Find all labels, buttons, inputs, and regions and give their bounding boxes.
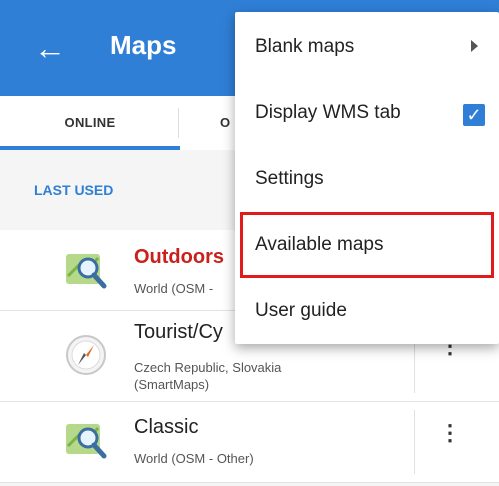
menu-item-label: User guide bbox=[255, 300, 347, 321]
tab-divider bbox=[178, 108, 179, 138]
more-vertical-icon[interactable]: ⋮ bbox=[438, 335, 462, 379]
overflow-menu: Blank maps Display WMS tab ✓ Settings Av… bbox=[235, 12, 499, 344]
menu-item-label: Blank maps bbox=[255, 36, 355, 57]
map-name: Tourist/Cy bbox=[134, 321, 223, 343]
submenu-arrow-icon bbox=[471, 40, 478, 52]
page-title: Maps bbox=[110, 30, 177, 60]
menu-item-label: Settings bbox=[255, 168, 324, 189]
back-arrow-icon[interactable]: ← bbox=[34, 28, 74, 68]
map-magnifier-icon bbox=[66, 254, 107, 289]
menu-item-label: Display WMS tab bbox=[255, 102, 401, 123]
map-subtitle: World (OSM - Other) bbox=[134, 451, 254, 466]
checkbox-checked-icon[interactable]: ✓ bbox=[463, 104, 485, 126]
compass-icon bbox=[66, 335, 106, 375]
map-name: Classic bbox=[134, 416, 199, 438]
map-name: Outdoors bbox=[134, 246, 224, 268]
map-magnifier-icon bbox=[66, 424, 107, 459]
tab-offline[interactable]: O bbox=[220, 96, 230, 150]
menu-item-blank-maps[interactable]: Blank maps bbox=[235, 14, 499, 80]
row-divider bbox=[414, 410, 415, 474]
menu-item-user-guide[interactable]: User guide bbox=[235, 278, 499, 344]
menu-item-settings[interactable]: Settings bbox=[235, 146, 499, 212]
highlight-box bbox=[240, 212, 494, 278]
map-subtitle: World (OSM - bbox=[134, 281, 214, 296]
map-list-item[interactable]: Classic World (OSM - Other) ⋮ bbox=[0, 402, 499, 483]
map-subtitle: Czech Republic, Slovakia (SmartMaps) bbox=[134, 360, 282, 392]
menu-item-display-wms-tab[interactable]: Display WMS tab ✓ bbox=[235, 80, 499, 146]
section-label: LAST USED bbox=[34, 182, 114, 198]
tab-online[interactable]: ONLINE bbox=[0, 96, 180, 150]
more-vertical-icon[interactable]: ⋮ bbox=[438, 422, 462, 466]
